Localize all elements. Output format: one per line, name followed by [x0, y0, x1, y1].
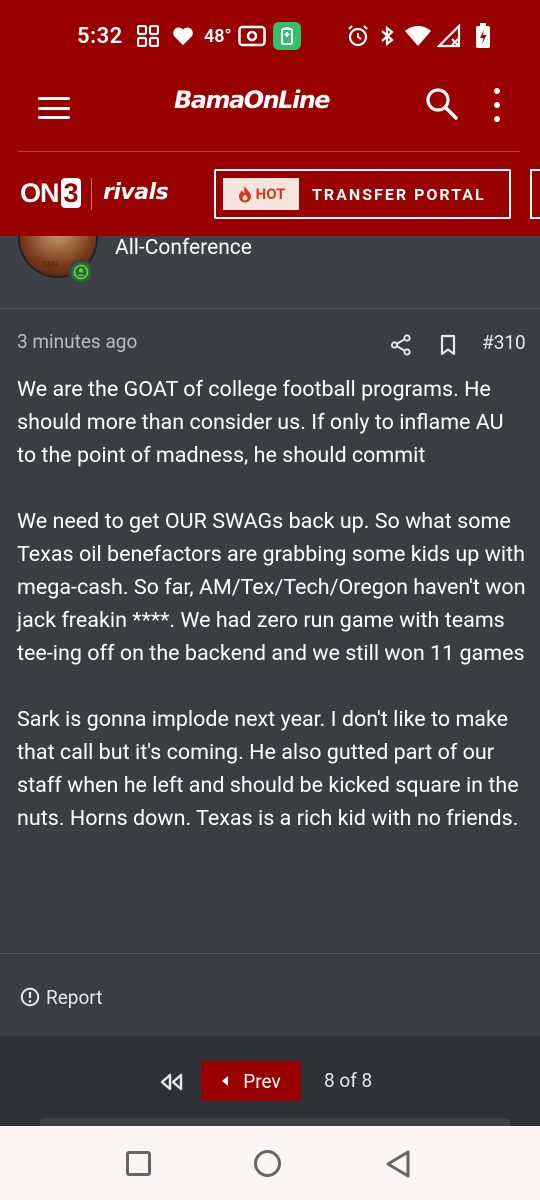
hamburger-menu-icon[interactable]	[38, 94, 70, 122]
more-vertical-icon[interactable]	[488, 88, 506, 122]
status-bar: 5:32 48°	[0, 0, 540, 72]
report-label: Report	[46, 985, 103, 1009]
radio-icon	[238, 24, 266, 48]
grid-apps-icon	[136, 24, 160, 48]
pager-shadow	[40, 1118, 510, 1126]
online-status-icon	[68, 259, 94, 285]
post-paragraph: We need to get OUR SWAGs back up. So wha…	[17, 509, 526, 666]
report-button[interactable]: Report	[20, 984, 102, 1010]
partner-nav: ON 3 rivals HOT TRANSFER PORTAL	[0, 152, 540, 236]
caret-left-icon	[222, 1076, 229, 1086]
user-rank-title: All-Conference	[115, 236, 252, 260]
page-indicator[interactable]: 8 of 8	[324, 1069, 372, 1092]
post-number-link[interactable]: #310	[482, 331, 526, 354]
divider	[0, 953, 540, 954]
alarm-icon	[346, 24, 370, 48]
search-icon[interactable]	[424, 86, 460, 122]
next-nav-button[interactable]	[530, 169, 540, 219]
battery-charging-icon	[474, 23, 492, 48]
rivals-logo[interactable]: rivals	[103, 180, 169, 205]
post-author: SNU All-Conference	[0, 236, 540, 309]
recents-button-icon[interactable]	[126, 1151, 151, 1176]
bamaonline-logo[interactable]: BamaOnLine	[174, 86, 331, 114]
prev-page-button[interactable]: Prev	[201, 1061, 301, 1101]
transfer-portal-label: TRANSFER PORTAL	[312, 184, 486, 204]
back-button-icon[interactable]	[384, 1149, 412, 1179]
alert-circle-icon	[20, 987, 40, 1007]
wifi-icon	[404, 24, 432, 48]
post-body: We are the GOAT of college football prog…	[17, 373, 527, 868]
system-nav-bar	[0, 1126, 540, 1200]
on3-logo[interactable]: ON 3	[20, 178, 81, 209]
first-page-icon[interactable]	[158, 1070, 184, 1094]
share-icon[interactable]	[390, 334, 412, 356]
signal-icon	[437, 24, 463, 48]
bluetooth-icon	[378, 24, 396, 48]
clock: 5:32	[77, 24, 123, 49]
home-button-icon[interactable]	[254, 1150, 281, 1177]
flame-icon	[238, 186, 251, 203]
post-paragraph: Sark is gonna implode next year. I don't…	[17, 707, 519, 831]
bookmark-icon[interactable]	[438, 334, 458, 356]
on3-prefix: ON	[20, 178, 59, 208]
logo-divider	[91, 178, 92, 210]
hot-label: HOT	[255, 185, 286, 203]
temperature: 48°	[204, 26, 232, 47]
forum-post: 3 minutes ago #310 We are the GOAT of co…	[0, 309, 540, 954]
heart-icon	[171, 24, 195, 48]
battery-saver-icon	[273, 22, 301, 50]
prev-label: Prev	[243, 1069, 281, 1093]
app-header: BamaOnLine	[0, 72, 540, 152]
post-paragraph: We are the GOAT of college football prog…	[17, 377, 504, 468]
avatar-text: SNU	[42, 260, 58, 269]
on3-number: 3	[60, 178, 81, 208]
transfer-portal-button[interactable]: HOT TRANSFER PORTAL	[214, 169, 511, 219]
hot-badge: HOT	[223, 178, 299, 210]
post-timestamp[interactable]: 3 minutes ago	[17, 330, 137, 353]
